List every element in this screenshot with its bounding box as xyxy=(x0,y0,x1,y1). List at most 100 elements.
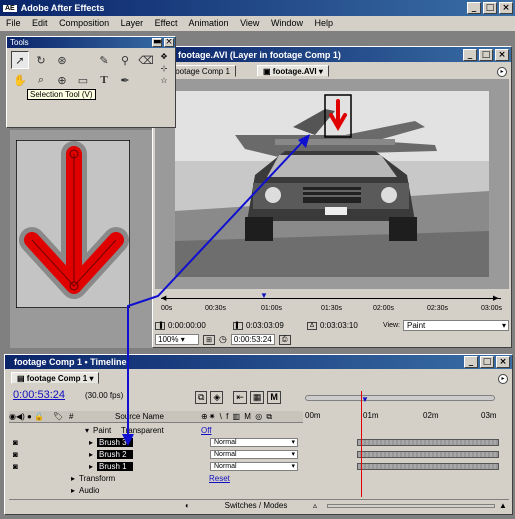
menu-layer[interactable]: Layer xyxy=(121,18,144,28)
close-button[interactable]: × xyxy=(499,2,513,14)
expand-triangle-icon[interactable]: ▸ xyxy=(71,486,79,495)
paint-row[interactable]: ▾ Paint Transparent Off xyxy=(9,425,309,436)
transform-reset[interactable]: Reset xyxy=(209,474,230,483)
blend-mode-select[interactable]: Normal ▾ xyxy=(210,450,298,459)
toggle-switches-icon[interactable]: ◐ xyxy=(185,501,199,510)
menu-composition[interactable]: Composition xyxy=(59,18,109,28)
set-in-point-icon[interactable]: ▐ xyxy=(155,321,165,330)
expand-triangle-icon[interactable]: ▸ xyxy=(71,474,79,483)
frame-blend-icon[interactable]: ▦ xyxy=(249,391,265,404)
layer-minimize-button[interactable]: _ xyxy=(463,48,477,61)
transform-label: Transform xyxy=(79,474,116,483)
pen-tool-icon[interactable]: ✒ xyxy=(116,71,134,89)
camera-orbit-tool-icon[interactable]: ⊛ xyxy=(53,51,71,69)
comp-flowchart-icon[interactable]: ⧉ xyxy=(195,391,208,404)
zoom-in-icon[interactable]: ▲ xyxy=(499,501,509,510)
timeline-ruler[interactable]: ▼ 00m 01m 02m 03m xyxy=(305,391,499,423)
transform-row[interactable]: ▸ Transform Reset xyxy=(9,473,309,484)
tick-label: 01m xyxy=(363,411,379,420)
expand-triangle-icon[interactable]: ▸ xyxy=(89,450,97,459)
brush-tool-icon[interactable]: ✎ xyxy=(95,51,113,69)
tools-minimize-button[interactable]: ▬ xyxy=(152,38,162,47)
view-mode-select[interactable]: Paint ▾ xyxy=(403,320,509,331)
marker-icon[interactable]: ◈ xyxy=(210,391,224,404)
work-area-bar[interactable] xyxy=(305,395,495,401)
current-time-line[interactable] xyxy=(361,391,362,497)
timeline-zoom-slider[interactable] xyxy=(327,503,495,508)
layer-duration-bar[interactable] xyxy=(357,463,499,470)
switches-modes-toggle[interactable]: Switches / Modes xyxy=(199,501,313,510)
column-num: # xyxy=(69,412,74,421)
shy-icon[interactable]: ⇤ xyxy=(233,391,247,404)
panel-menu-arrow-icon[interactable]: ▸ xyxy=(497,67,507,77)
audio-row[interactable]: ▸ Audio xyxy=(9,485,309,496)
current-time-indicator[interactable]: ▼ xyxy=(260,291,268,300)
menu-edit[interactable]: Edit xyxy=(32,18,48,28)
mask-tool-icon[interactable]: ▭ xyxy=(74,71,92,89)
timeline-maximize-button[interactable]: □ xyxy=(480,356,494,368)
menu-file[interactable]: File xyxy=(6,18,21,28)
tools-close-button[interactable]: × xyxy=(164,38,174,47)
timeline-current-time[interactable]: 0:00:53:24 xyxy=(13,389,65,401)
zoom-tool-icon[interactable]: ⌕ xyxy=(32,71,50,89)
brush-name[interactable]: Brush 3 xyxy=(97,438,133,447)
visibility-eye-icon[interactable]: ◙ xyxy=(9,438,89,447)
zoom-select[interactable]: 100% ▾ xyxy=(155,334,199,345)
menu-effect[interactable]: Effect xyxy=(155,18,178,28)
visibility-eye-icon[interactable]: ◙ xyxy=(9,450,89,459)
maximize-button[interactable]: □ xyxy=(483,2,497,14)
eraser-tool-icon[interactable]: ⌫ xyxy=(137,51,155,69)
fit-icon[interactable]: ⊞ xyxy=(203,334,215,345)
layer-time-ruler[interactable]: ◀ ▶ ▼ 00s 00:30s 01:00s 01:30s 02:00s 02… xyxy=(155,291,509,319)
timecode-out[interactable]: 0:03:03:09 xyxy=(246,321,304,330)
tab-footage-avi[interactable]: ▣ footage.AVI ▾ xyxy=(257,65,329,77)
clone-stamp-tool-icon[interactable]: ⚲ xyxy=(116,51,134,69)
snapshot-icon[interactable]: ⎙ xyxy=(278,334,291,345)
rotation-tool-icon[interactable]: ↻ xyxy=(32,51,50,69)
set-out-point-icon[interactable]: ▌ xyxy=(233,321,243,330)
timeline-close-button[interactable]: × xyxy=(496,356,510,368)
expand-triangle-icon[interactable]: ▸ xyxy=(89,462,97,471)
layer-duration-bar[interactable] xyxy=(357,439,499,446)
timeline-toolbar-icons[interactable]: ⧉ ◈ ⇤ ▦ M xyxy=(195,391,281,404)
menu-animation[interactable]: Animation xyxy=(189,18,229,28)
expand-triangle-icon[interactable]: ▾ xyxy=(85,426,93,435)
visibility-eye-icon[interactable]: ◙ xyxy=(9,462,89,471)
timeline-tab[interactable]: ▤ footage Comp 1 ▾ xyxy=(11,372,100,384)
blend-mode-select[interactable]: Normal ▾ xyxy=(210,462,298,471)
tab-footage-comp[interactable]: footage Comp 1 xyxy=(167,65,236,77)
brush-row[interactable]: ◙ ▸ Brush 1 Normal ▾ xyxy=(9,461,309,472)
layer-close-button[interactable]: × xyxy=(495,48,509,61)
paint-value[interactable]: Off xyxy=(201,426,212,435)
layer-window-titlebar: footage.AVI (Layer in footage Comp 1) _ … xyxy=(153,47,511,62)
brush-name[interactable]: Brush 2 xyxy=(97,450,133,459)
menu-view[interactable]: View xyxy=(240,18,259,28)
selection-tool-icon[interactable]: ➚ xyxy=(11,51,29,69)
menu-help[interactable]: Help xyxy=(314,18,333,28)
zoom-out-icon[interactable]: ▵ xyxy=(313,501,323,510)
brush-row[interactable]: ◙ ▸ Brush 3 Normal ▾ xyxy=(9,437,309,448)
pan-behind-tool-icon[interactable]: ⊕ xyxy=(53,71,71,89)
out-point-marker[interactable]: ▶ xyxy=(493,294,498,302)
layer-duration-bar[interactable] xyxy=(357,451,499,458)
paint-option: Transparent xyxy=(121,426,164,435)
timeline-minimize-button[interactable]: _ xyxy=(464,356,478,368)
text-tool-icon[interactable]: T xyxy=(95,71,113,89)
menu-window[interactable]: Window xyxy=(271,18,303,28)
column-source-name[interactable]: Source Name xyxy=(93,412,193,421)
minimize-button[interactable]: _ xyxy=(467,2,481,14)
layer-maximize-button[interactable]: □ xyxy=(479,48,493,61)
panel-menu-arrow-icon[interactable]: ▸ xyxy=(498,374,508,384)
layer-time-display[interactable]: 0:00:53:24 xyxy=(230,334,275,345)
brush-row[interactable]: ◙ ▸ Brush 2 Normal ▾ xyxy=(9,449,309,460)
motion-blur-icon[interactable]: M xyxy=(267,391,281,404)
expand-triangle-icon[interactable]: ▸ xyxy=(89,438,97,447)
blend-mode-select[interactable]: Normal ▾ xyxy=(210,438,298,447)
axis-mode-icons[interactable]: ✥ ⊹ ☆ xyxy=(157,51,171,87)
clock-icon: ◷ xyxy=(219,334,227,344)
timecode-current[interactable]: 0:00:00:00 xyxy=(168,321,230,330)
in-point-marker[interactable]: ◀ xyxy=(161,294,166,302)
brush-name[interactable]: Brush 1 xyxy=(97,462,133,471)
hand-tool-icon[interactable]: ✋ xyxy=(11,71,29,89)
zoom-slider[interactable]: ▼ xyxy=(361,395,369,404)
